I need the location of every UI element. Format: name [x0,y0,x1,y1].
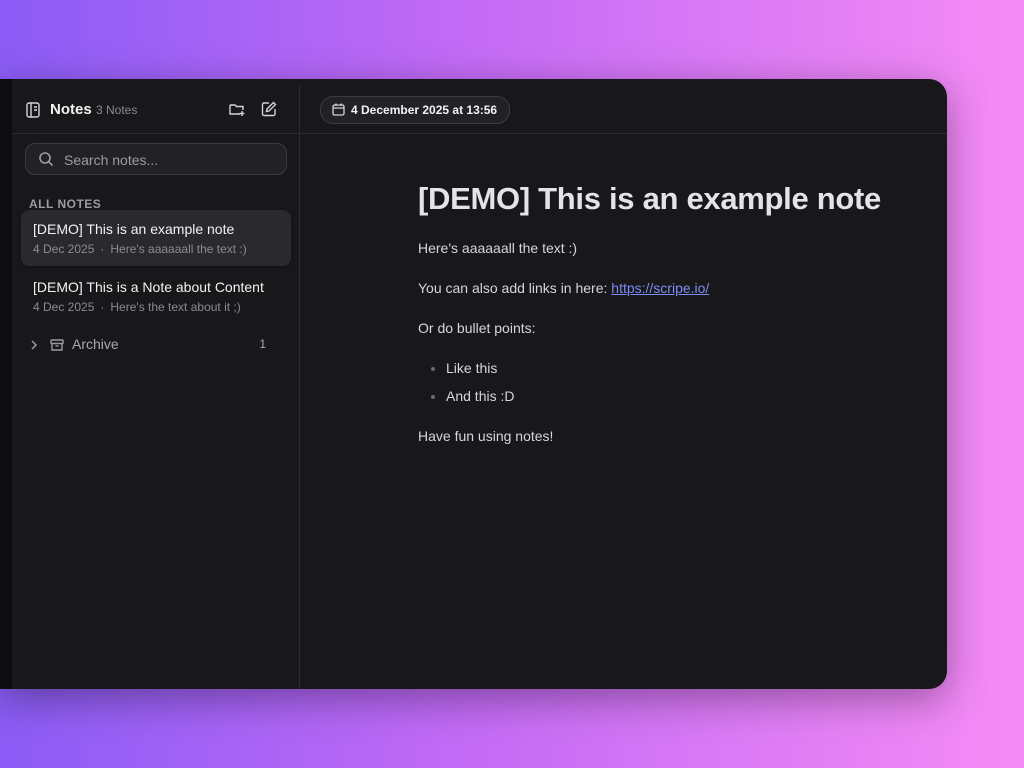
archive-folder[interactable]: Archive 1 [26,335,266,355]
window-edge [0,79,12,689]
new-note-icon[interactable] [260,100,278,118]
app-title: Notes [50,101,92,118]
sidebar: Notes 3 Notes ALL NOTES [DEMO] This is a [12,85,300,689]
date-text: 4 December 2025 at 13:56 [351,103,498,117]
paragraph: You can also add links in here: https://… [418,279,918,297]
app-window: Notes 3 Notes ALL NOTES [DEMO] This is a [0,79,947,689]
bullet-item: Like this [446,359,918,377]
new-folder-icon[interactable] [228,100,246,118]
paragraph: Or do bullet points: [418,320,536,336]
note-list-item[interactable]: [DEMO] This is an example note 4 Dec 202… [21,210,291,266]
search-input[interactable] [62,148,276,172]
notebook-icon [26,102,40,118]
search-box [25,143,287,175]
note-link[interactable]: https://scripe.io/ [611,280,709,296]
archive-icon [50,339,64,351]
note-title: [DEMO] This is a Note about Content [33,279,264,295]
archive-count: 1 [259,337,266,351]
note-preview: Here's aaaaaall the text :) [110,242,247,256]
note-date: 4 Dec 2025 [33,300,95,314]
links-text: You can also add links in here: [418,280,608,296]
sidebar-header: Notes 3 Notes [12,85,299,134]
note-meta: 4 Dec 2025 · Here's aaaaaall the text :) [33,242,247,256]
archive-label: Archive [72,336,119,352]
note-heading: [DEMO] This is an example note [418,181,881,216]
chevron-right-icon [31,340,38,350]
editor-header: 4 December 2025 at 13:56 [300,85,947,134]
editor-pane: 4 December 2025 at 13:56 [DEMO] This is … [300,85,947,689]
note-count: 3 Notes [96,103,138,117]
calendar-icon [332,103,345,116]
note-content[interactable]: [DEMO] This is an example note Here's aa… [418,181,918,467]
date-chip[interactable]: 4 December 2025 at 13:56 [320,96,511,124]
note-preview: Here's the text about it ;) [110,300,241,314]
note-title: [DEMO] This is an example note [33,221,235,237]
bullet-list: Like this And this :D [418,359,918,405]
section-label-all-notes: ALL NOTES [29,197,102,211]
paragraph: Have fun using notes! [418,428,554,444]
paragraph: Here's aaaaaall the text :) [418,240,578,256]
bullet-item: And this :D [446,387,918,405]
search-icon [39,152,54,167]
note-list-item[interactable]: [DEMO] This is a Note about Content 4 De… [21,268,291,324]
note-date: 4 Dec 2025 [33,242,95,256]
note-meta: 4 Dec 2025 · Here's the text about it ;) [33,300,241,314]
